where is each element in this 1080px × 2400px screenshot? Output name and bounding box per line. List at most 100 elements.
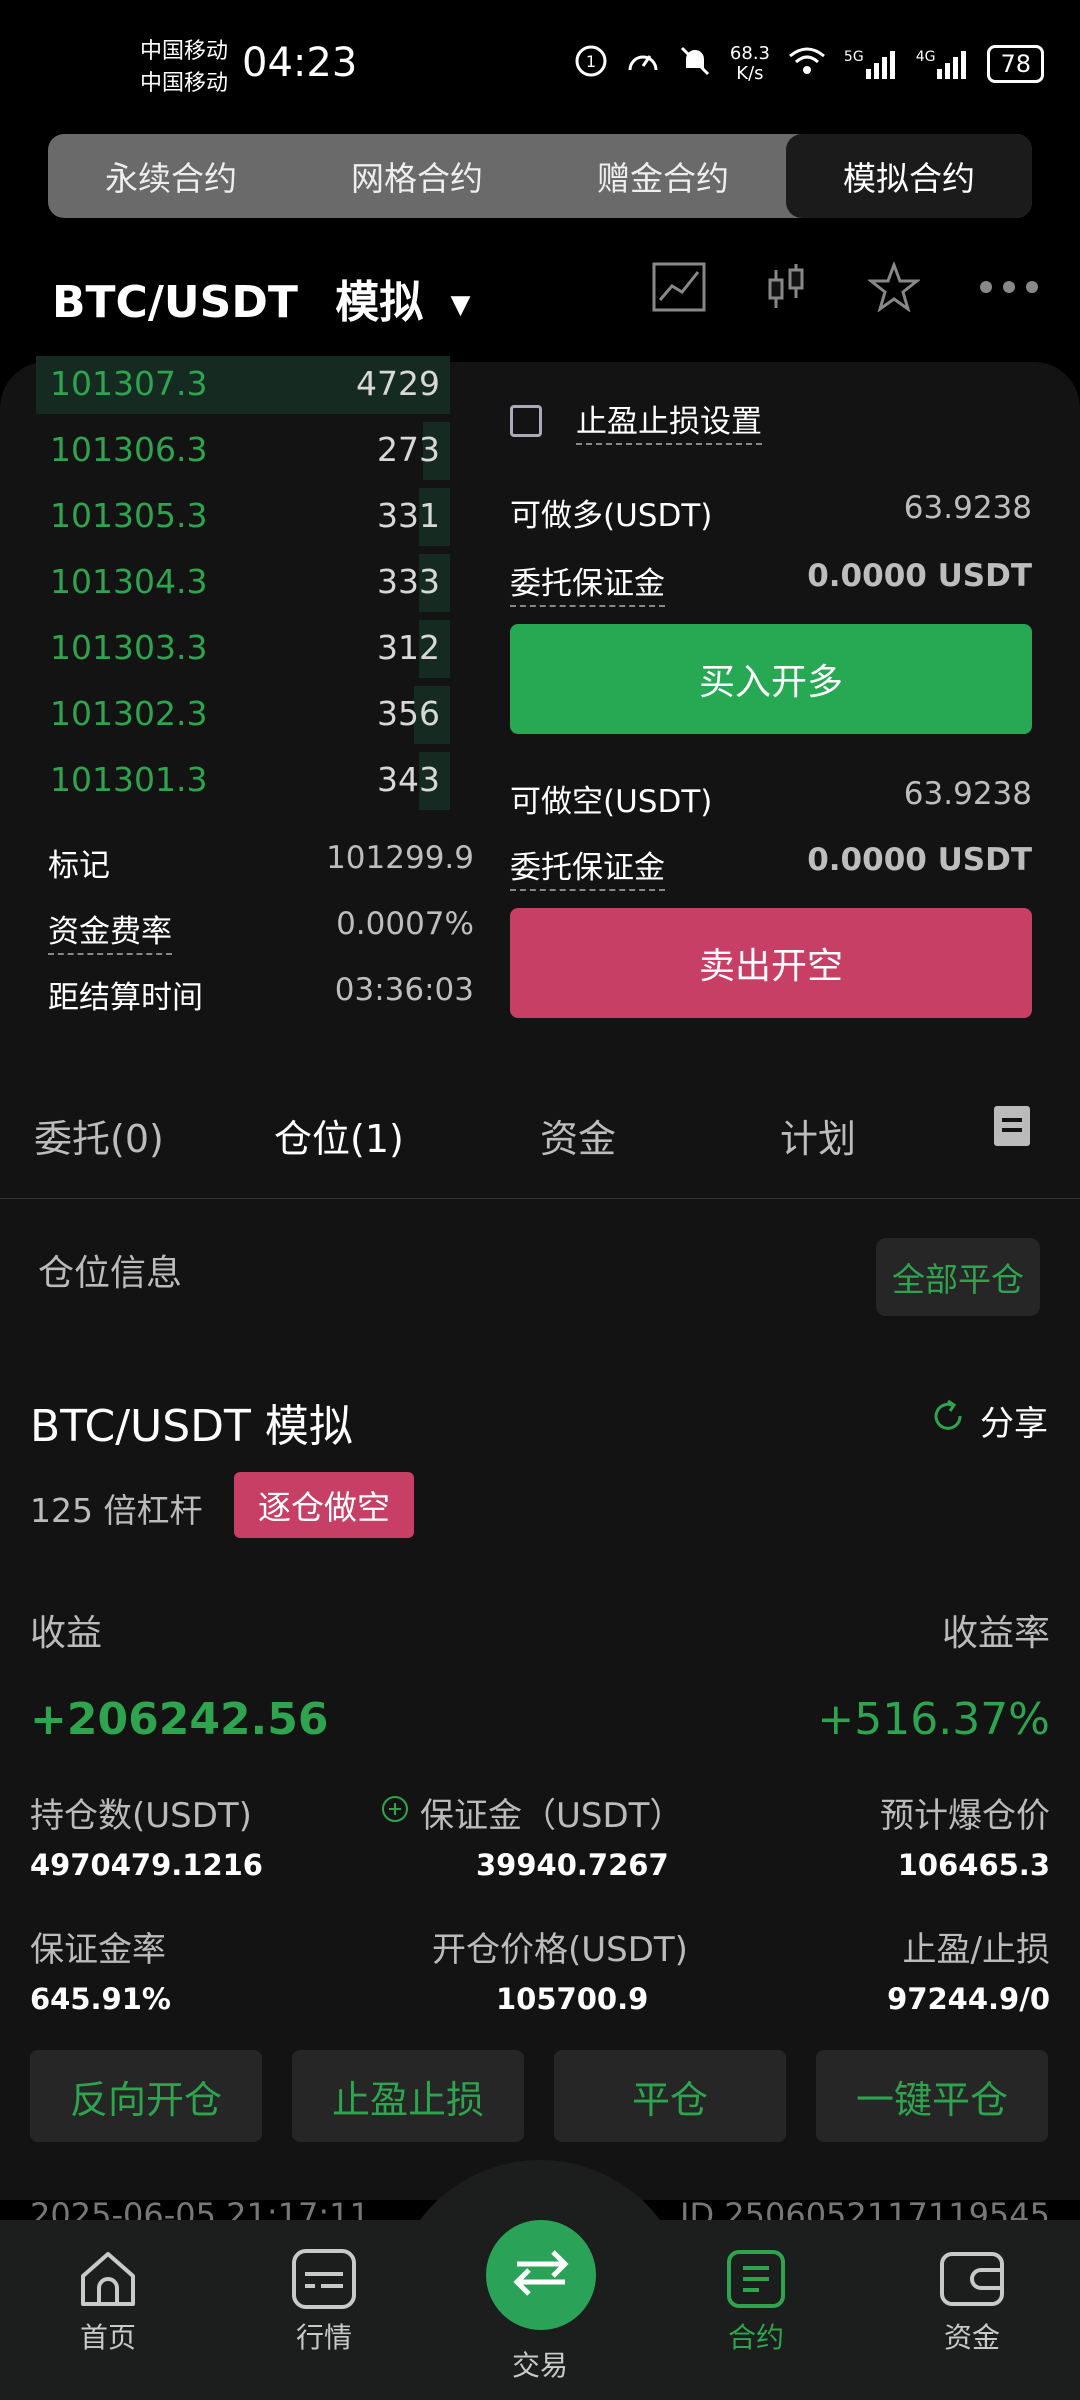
order-book-row[interactable]: 101304.3 333 — [0, 550, 450, 616]
order-book-price: 101307.3 — [50, 364, 208, 403]
tpsl-setting[interactable]: 止盈止损设置 — [510, 396, 1032, 445]
tab-grid[interactable]: 网格合约 — [294, 134, 540, 218]
margin-label-wrap[interactable]: 保证金（USDT） — [380, 1788, 683, 1837]
margin-rate-value: 645.91% — [30, 1982, 171, 2016]
swap-arrows-icon — [511, 2248, 571, 2302]
tab-bonus[interactable]: 赠金合约 — [540, 134, 786, 218]
position-tabs: 委托(0) 仓位(1) 资金 计划 — [0, 1098, 1080, 1199]
tpsl-checkbox[interactable] — [510, 404, 542, 437]
add-margin-icon[interactable] — [380, 1793, 410, 1833]
signal-5g-icon: 5G — [844, 49, 898, 79]
order-book-row[interactable]: 101307.3 4729 — [0, 352, 450, 418]
reverse-open-button[interactable]: 反向开仓 — [30, 2050, 262, 2142]
candlestick-icon[interactable] — [764, 262, 810, 312]
size-value: 4970479.1216 — [30, 1848, 263, 1882]
mark-price-row: 标记 101299.9 — [48, 840, 474, 885]
margin-value: 39940.7267 — [476, 1848, 669, 1882]
buy-open-long-button[interactable]: 买入开多 — [510, 624, 1032, 734]
close-all-button[interactable]: 全部平仓 — [876, 1238, 1040, 1316]
liq-value: 106465.3 — [897, 1848, 1050, 1882]
short-available-row: 可做空(USDT) 63.9238 — [510, 776, 1032, 821]
data-saver-icon: 1 — [574, 44, 608, 84]
nav-trade[interactable] — [486, 2220, 596, 2330]
mute-bell-icon — [678, 44, 712, 84]
order-book-qty: 4729 — [356, 364, 440, 403]
settle-time-row: 距结算时间 03:36:03 — [48, 972, 474, 1017]
order-book-price: 101303.3 — [50, 628, 208, 667]
tab-funds[interactable]: 资金 — [540, 1108, 616, 1163]
leverage-label: 125 倍杠杆 — [30, 1491, 203, 1530]
order-book-row[interactable]: 101302.3 356 — [0, 682, 450, 748]
long-available-row: 可做多(USDT) 63.9238 — [510, 490, 1032, 535]
pair-selector[interactable]: BTC/USDT 模拟 ▼ — [52, 266, 471, 330]
nav-funds-label: 资金 — [943, 2321, 1000, 2354]
order-book-price: 101301.3 — [50, 760, 208, 799]
entry-value: 105700.9 — [496, 1982, 649, 2016]
nav-home-label: 首页 — [79, 2321, 136, 2354]
order-book-qty: 331 — [377, 496, 440, 535]
nav-home[interactable]: 首页 — [38, 2248, 178, 2356]
close-position-button[interactable]: 平仓 — [554, 2050, 786, 2142]
mark-label: 标记 — [48, 848, 110, 884]
size-label: 持仓数(USDT) — [30, 1796, 252, 1836]
net-speed: 68.3 K/s — [729, 43, 770, 84]
nav-trade-label: 交易 — [511, 2349, 568, 2382]
order-book-price: 101304.3 — [50, 562, 208, 601]
long-available-value: 63.9238 — [903, 490, 1032, 526]
order-book-row[interactable]: 101306.3 273 — [0, 418, 450, 484]
tab-perpetual[interactable]: 永续合约 — [48, 134, 294, 218]
wifi-icon — [788, 46, 826, 82]
tpsl-button[interactable]: 止盈止损 — [292, 2050, 524, 2142]
short-margin-label[interactable]: 委托保证金 — [510, 842, 665, 891]
signal-4g-icon: 4G — [916, 49, 970, 79]
contract-icon — [686, 2248, 826, 2310]
one-click-close-button[interactable]: 一键平仓 — [816, 2050, 1048, 2142]
long-available-label: 可做多(USDT) — [510, 498, 713, 534]
list-icon[interactable] — [994, 1106, 1030, 1155]
tpsl-label: 止盈止损设置 — [576, 396, 762, 445]
order-book-row[interactable]: 101301.3 343 — [0, 748, 450, 814]
funding-label: 资金费率 — [48, 906, 172, 955]
pnl-rate-value: +516.37% — [817, 1694, 1050, 1745]
tpsl-summary-label: 止盈/止损 — [902, 1930, 1050, 1970]
nav-market[interactable]: 行情 — [254, 2248, 394, 2356]
share-button[interactable]: 分享 — [930, 1396, 1048, 1445]
tab-plans[interactable]: 计划 — [780, 1108, 856, 1163]
tab-positions[interactable]: 仓位(1) — [274, 1108, 404, 1163]
order-book-price: 101305.3 — [50, 496, 208, 535]
order-book-row[interactable]: 101303.3 312 — [0, 616, 450, 682]
carrier-2: 中国移动 — [140, 71, 229, 96]
long-margin-label[interactable]: 委托保证金 — [510, 558, 665, 607]
star-icon[interactable] — [868, 262, 920, 312]
funding-rate-row[interactable]: 资金费率 0.0007% — [48, 906, 474, 955]
clock: 04:23 — [242, 40, 358, 86]
battery-icon: 78 — [987, 45, 1044, 83]
wallet-icon — [902, 2248, 1042, 2310]
svg-text:1: 1 — [586, 52, 596, 71]
signal-5g-label: 5G — [843, 49, 864, 65]
carrier-labels: 中国移动 中国移动 — [140, 36, 228, 100]
signal-4g-label: 4G — [915, 49, 936, 65]
tab-simulated[interactable]: 模拟合约 — [786, 134, 1032, 218]
settle-label: 距结算时间 — [48, 980, 203, 1016]
pair-mode: 模拟 — [335, 277, 424, 328]
margin-label: 保证金（USDT） — [420, 1796, 684, 1836]
mark-value: 101299.9 — [326, 840, 474, 876]
tab-orders[interactable]: 委托(0) — [34, 1108, 164, 1163]
nav-contract[interactable]: 合约 — [686, 2248, 826, 2356]
order-book-qty: 343 — [377, 760, 440, 799]
short-available-value: 63.9238 — [903, 776, 1032, 812]
chevron-down-icon: ▼ — [450, 290, 471, 320]
order-book-price: 101302.3 — [50, 694, 208, 733]
sell-open-short-button[interactable]: 卖出开空 — [510, 908, 1032, 1018]
pnl-label: 收益 — [30, 1613, 103, 1654]
nav-funds[interactable]: 资金 — [902, 2248, 1042, 2356]
pair-name: BTC/USDT — [52, 277, 298, 328]
long-margin-value: 0.0000 USDT — [807, 558, 1032, 594]
line-chart-icon[interactable] — [652, 262, 706, 312]
order-book-row[interactable]: 101305.3 331 — [0, 484, 450, 550]
more-icon[interactable] — [978, 277, 1040, 297]
contract-type-tabs: 永续合约 网格合约 赠金合约 模拟合约 — [48, 134, 1032, 218]
share-label: 分享 — [980, 1404, 1048, 1444]
short-margin-row: 委托保证金 0.0000 USDT — [510, 842, 1032, 891]
